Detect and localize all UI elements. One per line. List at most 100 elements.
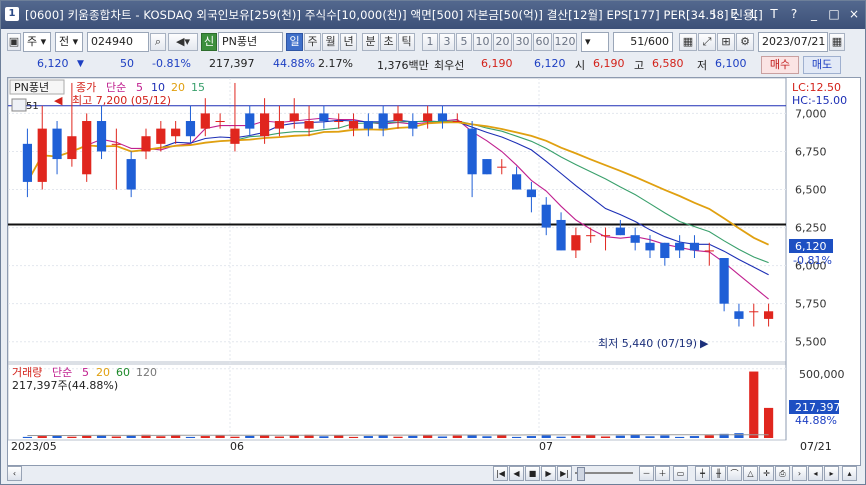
- volume-bar: [245, 435, 255, 438]
- zoom-out-icon[interactable]: －: [639, 466, 654, 481]
- price-volume-chart[interactable]: 7,0006,7506,5006,2506,0005,7505,500 PN풍년…: [7, 77, 860, 465]
- volume-bar: [67, 436, 77, 438]
- market-select[interactable]: 전 ▾: [55, 32, 83, 52]
- next-button[interactable]: ▶: [541, 466, 556, 481]
- expand-left-icon[interactable]: ‹: [7, 466, 22, 481]
- volume-legend-label: 거래량: [12, 366, 42, 379]
- count-field[interactable]: 51/600: [613, 32, 673, 52]
- quote-bar: 6,120 ▼ 50 -0.81% 217,397 44.88% 2.17% 1…: [7, 56, 861, 74]
- volume-bar: [749, 371, 759, 438]
- period-day-button[interactable]: 일: [286, 33, 303, 51]
- period-minute-button[interactable]: 분: [362, 33, 379, 51]
- stock-code-value: 024940: [91, 35, 133, 48]
- scroll-up-icon[interactable]: ▴: [842, 466, 857, 481]
- chart-type-line-icon[interactable]: ⌒: [727, 466, 742, 481]
- stock-code-input[interactable]: 024940: [87, 32, 149, 52]
- interval-120-button[interactable]: 120: [553, 33, 577, 51]
- title-bar: 1 [0600] 키움종합차트 - KOSDAQ 외국인보유[259(천)] 주…: [1, 1, 865, 29]
- volume-ratio: 44.88%: [273, 57, 315, 70]
- price-axis: 7,0006,7506,5006,2506,0005,7505,500: [795, 107, 827, 348]
- interval-input[interactable]: ▾: [581, 32, 609, 52]
- interval-30-button[interactable]: 30: [513, 33, 532, 51]
- volume-bar: [556, 436, 566, 438]
- period-tick-button[interactable]: 틱: [398, 33, 415, 51]
- down-arrow-icon: ▼: [77, 59, 84, 69]
- candle-body: [763, 311, 774, 319]
- maximize-button[interactable]: □: [827, 6, 841, 22]
- interval-3-button[interactable]: 3: [439, 33, 455, 51]
- scroll-right-icon[interactable]: ▸: [824, 466, 839, 481]
- prev-button[interactable]: ◀: [509, 466, 524, 481]
- interval-10-button[interactable]: 10: [473, 33, 492, 51]
- period-week-button[interactable]: 주: [304, 33, 321, 51]
- period-month-button[interactable]: 월: [322, 33, 339, 51]
- chart-type-candle-icon[interactable]: ┿: [695, 466, 710, 481]
- interval-60-button[interactable]: 60: [533, 33, 552, 51]
- chart-print-icon[interactable]: ⎙: [775, 466, 790, 481]
- panel-toggle-icon[interactable]: ▣: [7, 33, 21, 51]
- interval-20-button[interactable]: 20: [493, 33, 512, 51]
- search-icon[interactable]: ⌕: [150, 33, 166, 51]
- minimize-button[interactable]: _: [807, 6, 821, 22]
- help-icon[interactable]: ?: [787, 6, 801, 22]
- chart-type-bar-icon[interactable]: ╫: [711, 466, 726, 481]
- interval-1-button[interactable]: 1: [422, 33, 438, 51]
- new-tag[interactable]: 신: [201, 33, 217, 51]
- app-icon[interactable]: 1: [5, 7, 19, 21]
- candle-body: [348, 121, 359, 129]
- last-button[interactable]: ▶|: [557, 466, 572, 481]
- chart-panel[interactable]: 7,000 6,750 6,500 6,250 6,000 5,750 5,500 PN풍년…: [7, 77, 861, 466]
- candle-body: [734, 311, 744, 319]
- zoom-slider-thumb[interactable]: [577, 467, 585, 481]
- buy-button[interactable]: 매수: [761, 56, 799, 74]
- candle-body: [215, 121, 225, 123]
- hc-label: HC:-15.00: [792, 94, 847, 107]
- low-annotation: 최저 5,440 (07/19): [598, 337, 697, 350]
- speaker-icon[interactable]: ◀▾: [168, 33, 198, 51]
- candle-body: [437, 113, 448, 122]
- calendar-icon[interactable]: ▦: [829, 33, 845, 51]
- toolbar: ▣ 주 ▾ 전 ▾ 024940 ⌕ ◀▾ 신 PN풍년 일 주 월 년 분 초…: [7, 32, 861, 54]
- y-tick-label: 7,000: [795, 107, 827, 120]
- candle-body: [467, 128, 477, 175]
- candle-body: [304, 121, 314, 129]
- stop-button[interactable]: ■: [525, 466, 540, 481]
- indicator-icon[interactable]: ⤢: [698, 33, 716, 51]
- close-button[interactable]: ×: [847, 6, 861, 22]
- settings-gear-icon[interactable]: ⚙: [736, 33, 754, 51]
- edit-button[interactable]: E: [727, 6, 741, 22]
- drawing-icon[interactable]: ⊞: [717, 33, 735, 51]
- chart-crosshair-icon[interactable]: ✛: [759, 466, 774, 481]
- volume-bar: [586, 435, 596, 438]
- candle-body: [274, 121, 285, 129]
- grid-icon[interactable]: [11, 98, 27, 112]
- stock-name-field[interactable]: PN풍년: [218, 32, 283, 52]
- candle-body: [334, 121, 344, 123]
- volume-series: [22, 371, 774, 438]
- sell-button[interactable]: 매도: [803, 56, 841, 74]
- low-price: 6,100: [715, 57, 747, 70]
- chart-type-area-icon[interactable]: △: [743, 466, 758, 481]
- candle-body: [230, 128, 240, 144]
- period-second-button[interactable]: 초: [380, 33, 397, 51]
- candle-body: [689, 242, 700, 251]
- text-button[interactable]: T: [767, 6, 781, 22]
- scroll-left-icon[interactable]: ◂: [808, 466, 823, 481]
- count-icon-label: 51: [26, 101, 39, 112]
- layout-icon[interactable]: ▦: [679, 33, 697, 51]
- expand-right-icon[interactable]: ›: [792, 466, 807, 481]
- chart-grid: [7, 77, 787, 441]
- zoom-fit-icon[interactable]: ▭: [673, 466, 688, 481]
- stock-type-select[interactable]: 주 ▾: [23, 32, 51, 52]
- volume-value: 217,397: [209, 57, 255, 70]
- interval-5-button[interactable]: 5: [456, 33, 472, 51]
- ma15-line: [26, 120, 769, 264]
- zoom-in-icon[interactable]: ＋: [655, 466, 670, 481]
- volume-bar: [437, 436, 448, 438]
- first-button[interactable]: |◀: [493, 466, 508, 481]
- period-year-button[interactable]: 년: [340, 33, 357, 51]
- y-tick-label: 6,250: [795, 222, 827, 235]
- info-button[interactable]: I: [707, 6, 721, 22]
- date-input[interactable]: 2023/07/21: [758, 32, 828, 52]
- link-button[interactable]: L: [747, 6, 761, 22]
